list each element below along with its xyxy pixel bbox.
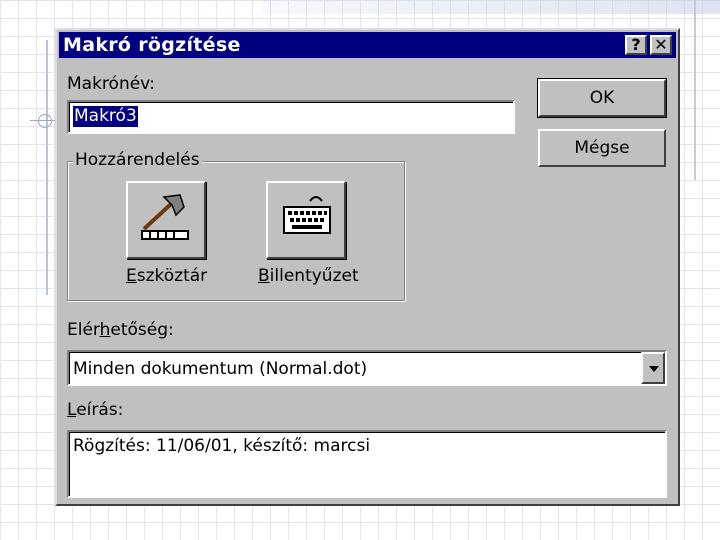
keyboard-icon <box>283 196 331 234</box>
assign-group: Hozzárendelés Eszköztár Billentyűzet <box>67 150 405 301</box>
availability-label-mnemonic: h <box>99 320 111 340</box>
keyboard-assign-button[interactable] <box>266 181 346 259</box>
keyboard-label-mnemonic: B <box>258 266 270 286</box>
description-label-mnemonic: L <box>67 400 77 420</box>
availability-label-pre: Elér <box>67 320 100 340</box>
description-label: Leírás: <box>67 400 123 420</box>
dialog-titlebar[interactable]: Makró rögzítése ? ✕ <box>59 32 676 58</box>
toolbar-label-mnemonic: E <box>126 266 137 286</box>
cancel-button[interactable]: Mégse <box>538 129 666 167</box>
toolbar-assign-button[interactable] <box>126 181 206 259</box>
description-value: Rögzítés: 11/06/01, készítő: marcsi <box>73 436 371 456</box>
background-decoration <box>694 0 696 180</box>
assign-group-label: Hozzárendelés <box>73 150 202 170</box>
description-textarea[interactable]: Rögzítés: 11/06/01, készítő: marcsi <box>67 430 667 498</box>
chevron-down-icon[interactable] <box>641 352 665 384</box>
dialog-title: Makró rögzítése <box>63 34 241 56</box>
ok-button[interactable]: OK <box>537 78 667 118</box>
macro-name-label-text: Makrónév: <box>67 74 156 94</box>
availability-value: Minden dokumentum (Normal.dot) <box>73 359 368 379</box>
description-label-rest: eírás: <box>76 400 124 420</box>
availability-label-post: etőség: <box>110 320 174 340</box>
background-decoration <box>46 40 48 295</box>
macro-name-value: Makró3 <box>73 106 138 127</box>
background-band <box>262 0 720 14</box>
close-button[interactable]: ✕ <box>650 35 672 55</box>
macro-name-input[interactable]: Makró3 <box>67 100 515 134</box>
help-button[interactable]: ? <box>625 35 647 55</box>
availability-label: Elérhetőség: <box>67 320 174 340</box>
hammer-toolbar-icon <box>141 194 189 240</box>
record-macro-dialog: Makró rögzítése ? ✕ Makrónév: Makró3 OK … <box>55 28 680 506</box>
keyboard-assign-label: Billentyűzet <box>258 266 359 286</box>
macro-name-label: Makrónév: <box>67 74 155 94</box>
background-decoration <box>38 114 52 128</box>
toolbar-label-rest: szköztár <box>136 266 208 286</box>
keyboard-label-rest: illentyűzet <box>269 266 359 286</box>
availability-select[interactable]: Minden dokumentum (Normal.dot) <box>67 350 667 386</box>
toolbar-assign-label: Eszköztár <box>126 266 207 286</box>
